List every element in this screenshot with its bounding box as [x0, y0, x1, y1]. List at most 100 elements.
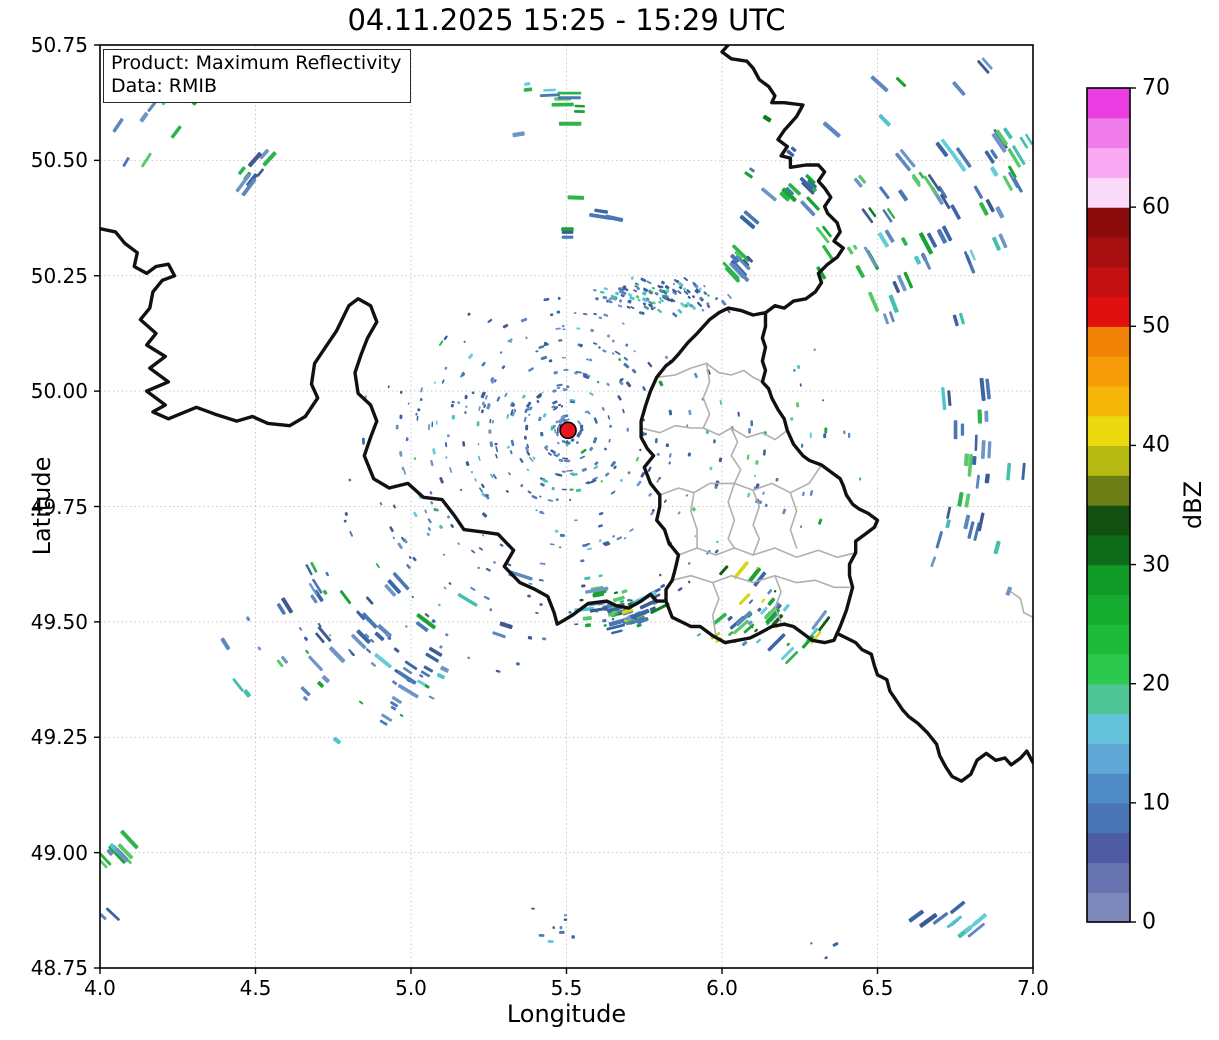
echo-speck [606, 334, 611, 338]
echo-speck [611, 352, 615, 355]
echo-speck [547, 499, 554, 502]
echo-speck [520, 484, 524, 488]
echo-speck [220, 637, 231, 651]
echo-speck [349, 530, 353, 537]
country-border [760, 311, 880, 636]
echo-speck [554, 428, 557, 434]
echo-speck [559, 925, 563, 930]
echo-speck [430, 460, 434, 467]
colorbar-segment [1087, 594, 1130, 625]
echo-speck [581, 584, 586, 588]
echo-speck [558, 546, 562, 549]
echo-speck [406, 564, 411, 569]
district-border [690, 491, 698, 549]
x-tick-label: 5.5 [550, 976, 583, 1000]
echo-speck [586, 358, 589, 361]
echo-speck [748, 599, 754, 604]
echo-speck [614, 350, 621, 355]
echo-speck [782, 603, 790, 612]
echo-speck [627, 471, 631, 475]
radar-site-marker [559, 421, 577, 440]
echo-speck [648, 492, 652, 497]
colorbar-segment [1087, 624, 1130, 655]
echo-speck [633, 289, 638, 293]
echo-speck [639, 448, 642, 452]
echo-speck [450, 404, 454, 408]
echo-speck [485, 567, 491, 572]
echo-speck [761, 598, 766, 603]
echo-speck [556, 441, 560, 445]
echo-speck [822, 399, 825, 402]
colorbar-tick-label: 50 [1142, 313, 1170, 339]
colorbar [1086, 87, 1136, 923]
echo-speck [561, 231, 574, 234]
echo-speck [344, 512, 349, 516]
echo-speck [647, 361, 653, 368]
echo-speck [672, 312, 678, 318]
echo-speck [561, 227, 574, 232]
echo-speck [644, 432, 647, 436]
echo-speck [379, 502, 383, 506]
country-border [835, 631, 1033, 783]
echo-speck [535, 509, 538, 512]
echo-speck [538, 934, 545, 937]
echo-speck [523, 435, 527, 440]
echo-speck [419, 397, 423, 402]
echo-speck [756, 638, 762, 644]
echo-speck [321, 675, 330, 684]
echo-speck [519, 458, 524, 463]
echo-speck [693, 372, 698, 379]
echo-speck [618, 299, 623, 303]
echo-speck [748, 427, 751, 434]
echo-speck [317, 626, 332, 642]
echo-speck [950, 150, 967, 172]
echo-speck [561, 324, 565, 328]
echo-speck [741, 640, 748, 647]
echo-speck [417, 408, 421, 412]
colorbar-segment [1087, 683, 1130, 715]
echo-speck [348, 478, 352, 482]
echo-speck [509, 450, 513, 455]
colorbar-segment [1087, 505, 1130, 536]
colorbar-segment [1087, 266, 1130, 298]
echo-speck [468, 353, 474, 360]
echo-speck [423, 665, 434, 673]
echo-speck [677, 290, 682, 295]
echo-speck [457, 401, 461, 404]
echo-speck [767, 597, 776, 606]
echo-speck [557, 403, 562, 406]
colorbar-segment [1087, 743, 1130, 774]
echo-speck [604, 472, 610, 477]
colorbar-segment [1087, 564, 1130, 595]
echo-speck [170, 125, 182, 139]
echo-speck [488, 429, 492, 434]
echo-speck [972, 456, 977, 465]
echo-speck [668, 461, 671, 465]
echo-speck [569, 488, 574, 491]
echo-speck [963, 918, 982, 933]
echo-speck [558, 339, 563, 342]
echo-speck [141, 152, 152, 168]
echo-speck [782, 508, 787, 515]
echo-speck [713, 439, 716, 444]
echo-speck [549, 313, 554, 317]
echo-speck [888, 311, 895, 323]
echo-speck [556, 383, 563, 387]
echo-speck [571, 935, 575, 939]
echo-speck [567, 418, 570, 421]
echo-speck [594, 461, 599, 466]
echo-speck [412, 556, 417, 562]
echo-speck [574, 623, 579, 626]
echo-speck [480, 483, 485, 489]
echo-speck [516, 662, 520, 666]
echo-speck [623, 356, 628, 361]
colorbar-segment [1087, 773, 1130, 804]
echo-speck [993, 540, 1001, 555]
echo-speck [914, 255, 922, 265]
echo-speck [682, 287, 686, 291]
echo-speck [598, 316, 603, 320]
echo-speck [973, 185, 984, 199]
echo-speck [531, 495, 538, 500]
echo-speck [443, 586, 447, 590]
echo-speck [579, 455, 585, 460]
